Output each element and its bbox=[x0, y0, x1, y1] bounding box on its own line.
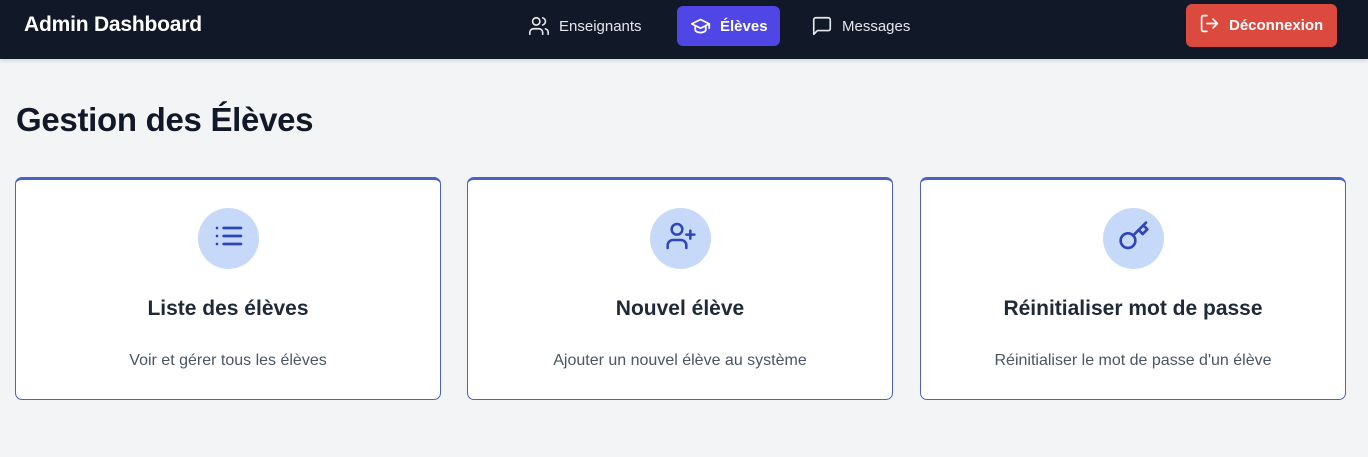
key-icon bbox=[1118, 220, 1150, 257]
nav-item-teachers[interactable]: Enseignants bbox=[515, 6, 655, 46]
page-title: Gestion des Élèves bbox=[16, 101, 314, 138]
card-description: Réinitialiser le mot de passe d'un élève bbox=[994, 352, 1272, 369]
graduation-cap-icon bbox=[690, 16, 711, 37]
card-new-student[interactable]: Nouvel élève Ajouter un nouvel élève au … bbox=[467, 177, 893, 400]
card-description: Voir et gérer tous les élèves bbox=[129, 352, 327, 369]
card-reset-password[interactable]: Réinitialiser mot de passe Réinitialiser… bbox=[920, 177, 1346, 400]
card-student-list[interactable]: Liste des élèves Voir et gérer tous les … bbox=[15, 177, 441, 400]
card-title: Réinitialiser mot de passe bbox=[1003, 297, 1263, 320]
nav-label-students: Élèves bbox=[720, 17, 768, 35]
nav-label-messages: Messages bbox=[842, 17, 911, 35]
nav-item-students[interactable]: Élèves bbox=[677, 6, 780, 46]
card-description: Ajouter un nouvel élève au système bbox=[553, 352, 807, 369]
card-title: Nouvel élève bbox=[615, 297, 745, 320]
message-square-icon bbox=[811, 15, 833, 37]
log-out-icon bbox=[1199, 13, 1220, 38]
logout-button[interactable]: Déconnexion bbox=[1186, 4, 1337, 47]
users-icon bbox=[528, 15, 550, 37]
nav-item-messages[interactable]: Messages bbox=[798, 6, 923, 46]
card-icon-wrapper bbox=[198, 208, 259, 269]
list-icon bbox=[213, 220, 245, 257]
card-title: Liste des élèves bbox=[147, 297, 309, 320]
card-icon-wrapper bbox=[1103, 208, 1164, 269]
nav-label-teachers: Enseignants bbox=[559, 17, 642, 35]
main-nav: Enseignants Élèves Messages bbox=[0, 6, 1368, 46]
logout-label: Déconnexion bbox=[1229, 17, 1324, 34]
card-icon-wrapper bbox=[650, 208, 711, 269]
top-navbar: Admin Dashboard Enseignants Élèves Messa… bbox=[0, 0, 1368, 59]
user-plus-icon bbox=[665, 220, 697, 257]
